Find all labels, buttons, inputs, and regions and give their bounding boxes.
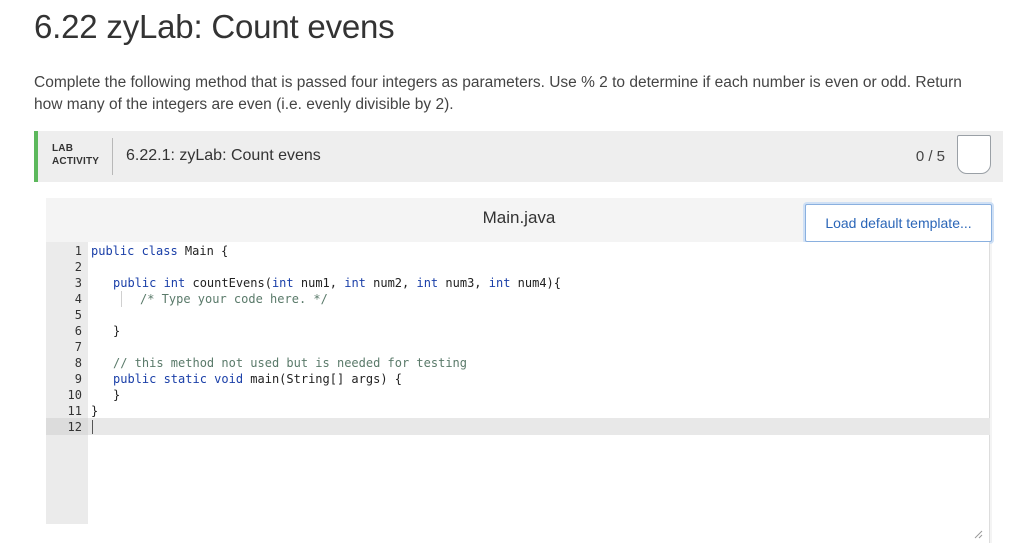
code-line-4: /* Type your code here. */ (140, 292, 328, 306)
badge-line-activity: ACTIVITY (52, 156, 100, 167)
code-line-3: public int countEvens(int num1, int num2… (113, 276, 562, 290)
page-title: 6.22 zyLab: Count evens (34, 8, 395, 45)
indent-guide (121, 291, 122, 307)
line-number: 7 (74, 340, 82, 354)
score-text: 0 / 5 (915, 148, 945, 165)
header-divider (112, 138, 113, 175)
code-line-9: public static void main(String[] args) { (113, 372, 402, 386)
text-cursor (92, 420, 93, 434)
load-default-template-button[interactable]: Load default template... (805, 204, 992, 242)
line-number: 5 (74, 308, 82, 322)
resize-handle-icon[interactable] (973, 529, 983, 539)
active-line-highlight (46, 418, 990, 435)
lab-activity-badge: LAB ACTIVITY (52, 142, 99, 168)
line-number: 6 (74, 324, 82, 338)
code-editor-panel: Main.java Load default template... 1 2 3… (46, 198, 992, 543)
line-number: 12 (67, 420, 82, 434)
score-badge-icon (957, 135, 991, 174)
line-number: 2 (74, 260, 82, 274)
lab-activity-title: 6.22.1: zyLab: Count evens (126, 147, 321, 164)
line-number: 1 (74, 244, 82, 258)
code-line-11: } (91, 404, 99, 418)
lab-activity-header: LAB ACTIVITY 6.22.1: zyLab: Count evens … (34, 131, 1003, 182)
line-number: 8 (74, 356, 82, 370)
code-line-10: } (113, 388, 121, 402)
code-line-6: } (113, 324, 121, 338)
line-number: 10 (67, 388, 82, 402)
code-line-1: public class Main { (91, 244, 229, 258)
line-number: 4 (74, 292, 82, 306)
line-number: 3 (74, 276, 82, 290)
lab-description: Complete the following method that is pa… (34, 74, 962, 113)
line-number: 9 (74, 372, 82, 386)
code-editor[interactable]: 1 2 3 4 5 6 7 8 9 10 11 12 public class … (46, 242, 990, 543)
line-number: 11 (67, 404, 82, 418)
code-line-8: // this method not used but is needed fo… (113, 356, 468, 370)
badge-line-lab: LAB (52, 143, 74, 154)
